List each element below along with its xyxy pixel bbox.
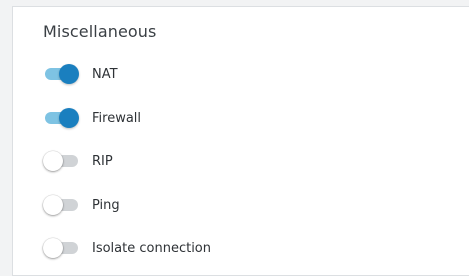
isolate-connection-label: Isolate connection xyxy=(92,240,211,256)
firewall-toggle[interactable] xyxy=(43,107,79,129)
option-row-rip: RIP xyxy=(43,150,113,172)
isolate-connection-toggle[interactable] xyxy=(43,237,79,259)
firewall-label: Firewall xyxy=(92,110,142,126)
nat-label: NAT xyxy=(92,66,118,82)
miscellaneous-panel: Miscellaneous NAT Firewall RIP Ping Isol… xyxy=(12,6,469,276)
option-row-isolate-connection: Isolate connection xyxy=(43,237,211,259)
rip-toggle[interactable] xyxy=(43,150,79,172)
toggle-knob xyxy=(59,108,79,128)
nat-toggle[interactable] xyxy=(43,63,79,85)
option-row-nat: NAT xyxy=(43,63,118,85)
section-title: Miscellaneous xyxy=(43,22,157,41)
toggle-knob xyxy=(43,151,63,171)
option-row-ping: Ping xyxy=(43,194,120,216)
ping-toggle[interactable] xyxy=(43,194,79,216)
rip-label: RIP xyxy=(92,153,113,169)
toggle-knob xyxy=(59,64,79,84)
ping-label: Ping xyxy=(92,197,120,213)
toggle-knob xyxy=(43,195,63,215)
toggle-knob xyxy=(43,238,63,258)
option-row-firewall: Firewall xyxy=(43,107,141,129)
